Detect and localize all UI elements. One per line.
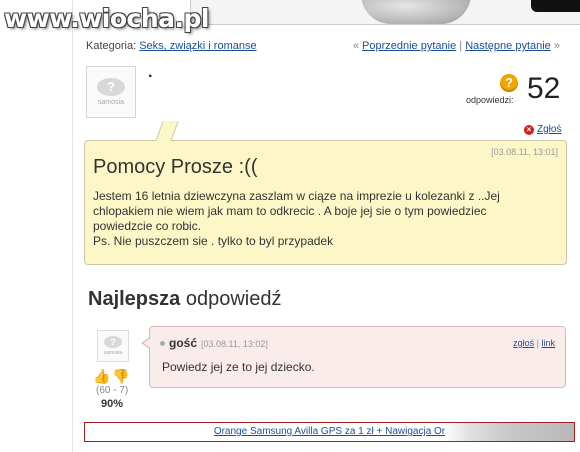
bottom-ad-banner: Orange Samsung Avilla GPS za 1 zł + Nawi… <box>84 422 575 442</box>
question-navigation: « Poprzednie pytanie | Następne pytanie … <box>353 40 560 52</box>
question-author-avatar[interactable]: ? samosia <box>86 66 136 118</box>
thumb-down-icon[interactable]: 👎 <box>112 368 129 385</box>
question-body-line: chlopakiem nie wiem jak mam to odkrecic … <box>93 204 487 218</box>
best-answer-heading: Najlepsza odpowiedź <box>88 288 281 311</box>
answer-permalink[interactable]: link <box>541 338 555 348</box>
answer-bubble-icon: ? <box>104 336 122 348</box>
prev-arrow-icon: « <box>352 40 359 52</box>
thumb-up-icon[interactable]: 👍 <box>93 368 110 385</box>
question-box: [03.08.11, 13:01] Pomocy Prosze :(( Jest… <box>84 121 567 265</box>
ad-photo <box>361 0 471 24</box>
next-question-link[interactable]: Następne pytanie <box>465 40 551 52</box>
question-bubble-icon: ? <box>97 78 125 96</box>
report-question-label: Zgłoś <box>537 124 562 135</box>
question-body-line: Jestem 16 letnia dziewczyna zaszlam w ci… <box>93 189 500 203</box>
actions-separator: | <box>536 338 539 348</box>
answer-meta: gość [03.08.11, 13:02] <box>160 336 268 350</box>
question-title: Pomocy Prosze :(( <box>93 156 258 178</box>
report-question-link[interactable]: × Zgłoś <box>524 124 561 135</box>
ad-button[interactable] <box>531 0 580 12</box>
nav-separator: | <box>459 40 463 52</box>
bullet-icon <box>160 341 165 347</box>
blurred-area <box>444 423 574 441</box>
avatar-brand: samosia <box>97 99 125 106</box>
answer-actions: zgłoś | link <box>513 338 555 348</box>
question-author-name[interactable]: · <box>148 68 153 86</box>
vote-percent: 90% <box>101 398 124 410</box>
breadcrumb-prefix: Kategoria: <box>86 40 137 52</box>
best-answer-heading-rest: odpowiedź <box>180 288 282 310</box>
bottom-ad-link[interactable]: Orange Samsung Avilla GPS za 1 zł + Nawi… <box>214 426 445 437</box>
next-arrow-icon: » <box>553 40 560 52</box>
report-icon: × <box>524 125 534 135</box>
answers-count: 52 <box>527 72 561 105</box>
vote-counts: (60 - 7) <box>96 385 129 396</box>
question-mark-icon: ? <box>500 74 518 92</box>
answer-avatar-brand: samosia <box>103 350 123 356</box>
prev-question-link[interactable]: Poprzednie pytanie <box>362 40 456 52</box>
best-answer-heading-bold: Najlepsza <box>88 288 181 310</box>
answer-box-tail-inner <box>143 338 151 348</box>
answer-date: [03.08.11, 13:02] <box>201 339 268 349</box>
question-body-line: powiedzcie co robic. <box>93 219 202 233</box>
answer-author-avatar[interactable]: ? samosia <box>97 330 129 362</box>
question-date: [03.08.11, 13:01] <box>491 147 558 157</box>
question-body-line: Ps. Nie puszczem sie . tylko to byl przy… <box>93 234 334 248</box>
breadcrumb: Kategoria: Seks, związki i romanse <box>86 40 257 52</box>
question-body: Jestem 16 letnia dziewczyna zaszlam w ci… <box>93 189 553 249</box>
answer-box: gość [03.08.11, 13:02] zgłoś | link Powie… <box>141 326 566 388</box>
top-ad-banner[interactable] <box>190 0 580 25</box>
watermark-logo: www.wiocha.pl <box>4 4 209 33</box>
breadcrumb-category-link[interactable]: Seks, związki i romanse <box>139 40 256 52</box>
report-answer-link[interactable]: zgłoś <box>513 338 534 348</box>
answers-count-label: odpowiedzi: <box>466 95 514 105</box>
answer-author[interactable]: gość <box>169 336 197 350</box>
answer-text: Powiedz jej ze to jej dziecko. <box>162 360 315 374</box>
